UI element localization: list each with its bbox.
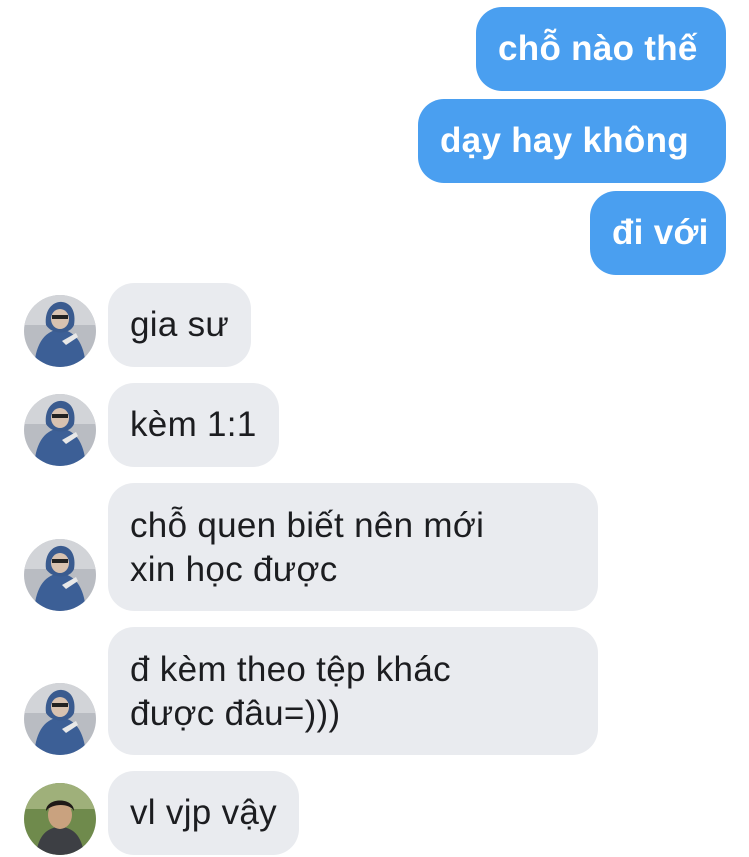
blue-hoodie-avatar[interactable] [24,394,96,466]
message-text-line: xin học được [130,550,338,589]
incoming-message-bubble[interactable]: chỗ quen biết nên mới xin học được [108,483,598,611]
message-text: dạy hay không [440,121,689,160]
avatar-image [24,783,96,855]
outdoor-person-avatar[interactable] [24,783,96,855]
message-text-line: chỗ quen biết nên mới [130,506,485,545]
outgoing-message-bubble[interactable]: chỗ nào thế [476,7,726,91]
blue-hoodie-avatar[interactable] [24,683,96,755]
blue-hoodie-avatar[interactable] [24,539,96,611]
message-text: chỗ nào thế [498,29,698,68]
avatar-image [24,683,96,755]
incoming-message-bubble[interactable]: kèm 1:1 [108,383,279,467]
blue-hoodie-avatar[interactable] [24,295,96,367]
incoming-message-bubble[interactable]: vl vjp vậy [108,771,299,855]
message-text: vl vjp vậy [130,793,277,832]
outgoing-message-bubble[interactable]: dạy hay không [418,99,726,183]
message-text: gia sư [130,305,230,344]
message-text-line: đ kèm theo tệp khác [130,650,451,689]
incoming-message-bubble[interactable]: gia sư [108,283,252,367]
avatar-image [24,295,96,367]
message-text: đi với [612,213,709,252]
incoming-message-bubble[interactable]: đ kèm theo tệp khác được đâu=))) [108,627,598,755]
avatar-image [24,539,96,611]
avatar-image [24,394,96,466]
message-text-line: được đâu=))) [130,694,341,733]
message-text: kèm 1:1 [130,405,257,444]
message-thread: chỗ nào thế dạy hay không đi với gia sư [0,0,749,857]
outgoing-message-bubble[interactable]: đi với [590,191,726,275]
